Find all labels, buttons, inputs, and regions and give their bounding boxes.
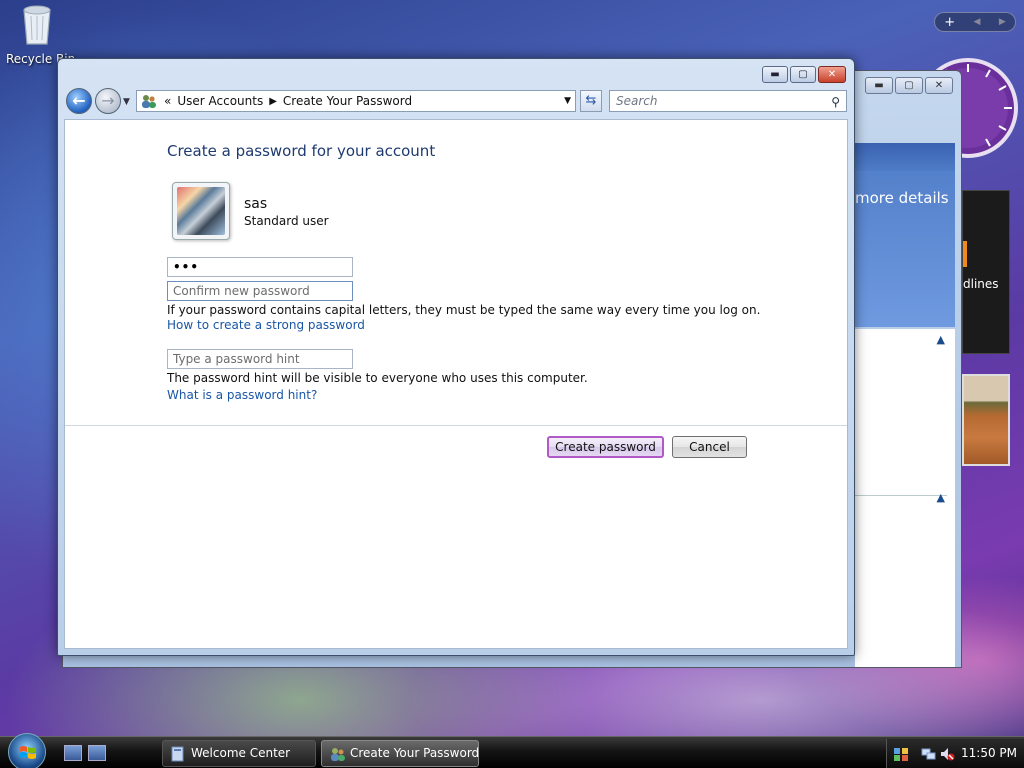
password-hint-link[interactable]: What is a password hint? <box>167 388 317 402</box>
background-window-controls: ▬ ▢ ✕ <box>865 77 953 94</box>
strong-password-link[interactable]: How to create a strong password <box>167 318 365 332</box>
user-account-type: Standard user <box>244 214 329 228</box>
sidebar-gadget-controls: + ◀ ▶ <box>934 12 1016 32</box>
avatar <box>172 182 230 240</box>
refresh-icon[interactable]: ⇆ <box>580 90 602 112</box>
breadcrumb-chevron-icon[interactable]: ▶ <box>269 96 277 107</box>
capital-letters-note: If your password contains capital letter… <box>167 303 761 317</box>
cancel-button[interactable]: Cancel <box>672 436 747 458</box>
taskbar-button-welcome-center[interactable]: Welcome Center <box>162 740 316 767</box>
notification-area: 11:50 PM <box>886 739 1024 768</box>
forward-arrow-icon[interactable]: → <box>95 88 121 114</box>
windows-logo-icon <box>20 746 36 759</box>
taskbar: Welcome Center Create Your Password 11:5… <box>0 733 1024 768</box>
content-pane: Create a password for your account sas S… <box>64 119 848 649</box>
switch-windows-icon[interactable] <box>88 745 106 761</box>
slideshow-gadget[interactable] <box>962 374 1010 466</box>
start-button[interactable] <box>8 733 46 768</box>
recycle-bin[interactable]: Recycle Bin <box>6 2 75 66</box>
password-hint-field[interactable] <box>167 349 353 369</box>
create-password-window: ▬ ▢ ✕ ← → ▼ « User Accounts ▶ Create You… <box>57 58 855 656</box>
document-icon <box>171 746 185 762</box>
close-button[interactable]: ✕ <box>818 66 846 83</box>
close-icon[interactable]: ✕ <box>925 77 953 94</box>
page-title: Create a password for your account <box>167 142 436 160</box>
minimize-button[interactable]: ▬ <box>762 66 788 83</box>
prev-gadget-button[interactable]: ◀ <box>974 17 981 27</box>
show-desktop-icon[interactable] <box>64 745 82 761</box>
feed-headlines-gadget[interactable]: dlines <box>962 190 1010 354</box>
rss-icon <box>963 241 967 267</box>
address-dropdown-icon[interactable]: ▼ <box>564 96 571 106</box>
divider <box>65 425 847 426</box>
taskbar-button-label: Create Your Password <box>350 746 480 760</box>
volume-muted-icon[interactable] <box>939 746 955 762</box>
minimize-icon[interactable]: ▬ <box>865 77 893 94</box>
taskbar-button-create-your-password[interactable]: Create Your Password <box>321 740 479 767</box>
search-placeholder: Search <box>616 94 658 108</box>
create-password-button[interactable]: Create password <box>547 436 664 458</box>
collapse-arrow-icon[interactable]: ▲ <box>937 491 945 504</box>
user-name: sas <box>244 196 268 212</box>
new-password-field[interactable] <box>167 257 353 277</box>
banner-welcome-text: me <box>863 325 955 328</box>
breadcrumb-user-accounts[interactable]: User Accounts <box>177 94 263 108</box>
taskbar-button-label: Welcome Center <box>191 746 291 760</box>
window-controls: ▬ ▢ ✕ <box>762 66 846 83</box>
windows-sidebar-icon[interactable] <box>893 746 909 762</box>
feed-headlines-label: dlines <box>963 277 999 291</box>
next-gadget-button[interactable]: ▶ <box>999 17 1006 27</box>
welcome-banner: more details me <box>855 143 955 327</box>
breadcrumb-create-your-password[interactable]: Create Your Password <box>283 94 412 108</box>
collapse-arrow-icon[interactable]: ▲ <box>937 333 945 346</box>
back-arrow-icon[interactable]: ← <box>66 88 92 114</box>
add-gadget-button[interactable]: + <box>944 15 955 30</box>
recent-pages-dropdown-icon[interactable]: ▼ <box>123 97 130 107</box>
hint-visibility-note: The password hint will be visible to eve… <box>167 371 588 385</box>
banner-more-details[interactable]: more details <box>855 189 949 207</box>
system-clock[interactable]: 11:50 PM <box>961 746 1017 760</box>
user-accounts-icon <box>330 746 345 762</box>
network-icon[interactable] <box>921 746 937 762</box>
address-bar[interactable]: « User Accounts ▶ Create Your Password ▼ <box>136 90 576 112</box>
search-box[interactable]: Search ⚲ <box>609 90 847 112</box>
confirm-password-field[interactable] <box>167 281 353 301</box>
maximize-icon[interactable]: ▢ <box>895 77 923 94</box>
search-icon[interactable]: ⚲ <box>831 92 840 112</box>
recycle-bin-icon <box>20 2 54 46</box>
maximize-button[interactable]: ▢ <box>790 66 816 83</box>
user-accounts-icon <box>140 93 158 109</box>
breadcrumb-overflow[interactable]: « <box>164 94 171 108</box>
welcome-content-pane: ▲ ▲ <box>855 329 955 667</box>
